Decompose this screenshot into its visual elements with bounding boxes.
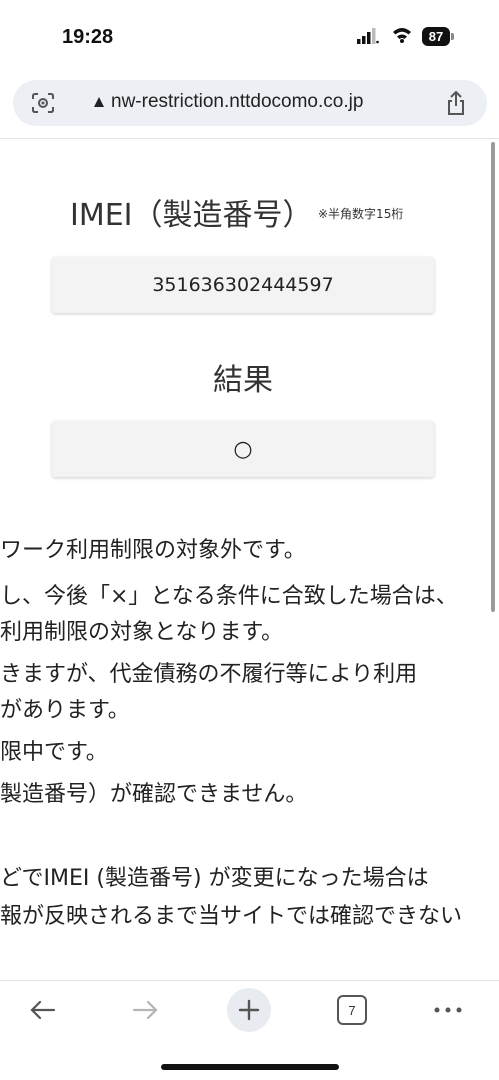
- tabs-button[interactable]: 7: [332, 990, 372, 1030]
- note-line: があります。: [0, 698, 130, 723]
- imei-input[interactable]: 351636302444597: [52, 257, 434, 313]
- url-text[interactable]: nw-restriction.nttdocomo.co.jp: [111, 91, 363, 113]
- note-line: 利用制限の対象となります。: [0, 620, 284, 645]
- back-button[interactable]: [22, 990, 62, 1030]
- note-line: どでIMEI (製造番号) が変更になった場合は: [0, 866, 429, 891]
- forward-arrow-icon: [132, 1000, 158, 1020]
- address-bar[interactable]: nw-restriction.nttdocomo.co.jp: [13, 80, 487, 126]
- result-display: ○: [52, 421, 434, 477]
- note-line: ワーク利用制限の対象外です。: [0, 538, 306, 563]
- imei-label: IMEI（製造番号）: [70, 198, 313, 233]
- note-line: 限中です。: [0, 740, 108, 765]
- new-tab-button[interactable]: [226, 988, 272, 1032]
- result-label: 結果: [213, 363, 273, 398]
- note-line: きますが、代金債務の不履行等により利用: [0, 662, 418, 687]
- note-line: 報が反映されるまで当サイトでは確認できない: [0, 904, 463, 929]
- page-scrollbar[interactable]: [491, 142, 495, 612]
- lock-icon: [94, 97, 104, 107]
- tab-count: 7: [337, 995, 367, 1025]
- result-value: ○: [233, 436, 253, 462]
- back-arrow-icon: [30, 1000, 56, 1020]
- forward-button[interactable]: [126, 990, 166, 1030]
- cellular-signal-icon: [357, 28, 379, 44]
- share-icon[interactable]: [444, 89, 468, 117]
- menu-button[interactable]: [428, 990, 468, 1030]
- home-indicator[interactable]: [161, 1064, 339, 1070]
- battery-tip: [451, 33, 454, 40]
- status-time: 19:28: [62, 26, 114, 48]
- header-divider: [0, 138, 499, 139]
- more-dots-icon: [434, 1007, 462, 1013]
- note-line: し、今後「×」となる条件に合致した場合は、: [0, 584, 458, 609]
- status-bar: 19:28 87: [0, 0, 499, 72]
- note-line: 製造番号）が確認できません。: [0, 782, 308, 807]
- new-tab-circle: [227, 988, 271, 1032]
- battery-indicator: 87: [422, 27, 450, 46]
- toolbar-divider: [0, 980, 499, 981]
- google-lens-icon[interactable]: [30, 91, 56, 115]
- plus-icon: [238, 999, 260, 1021]
- wifi-icon: [393, 28, 411, 43]
- imei-note: ※半角数字15桁: [318, 207, 404, 221]
